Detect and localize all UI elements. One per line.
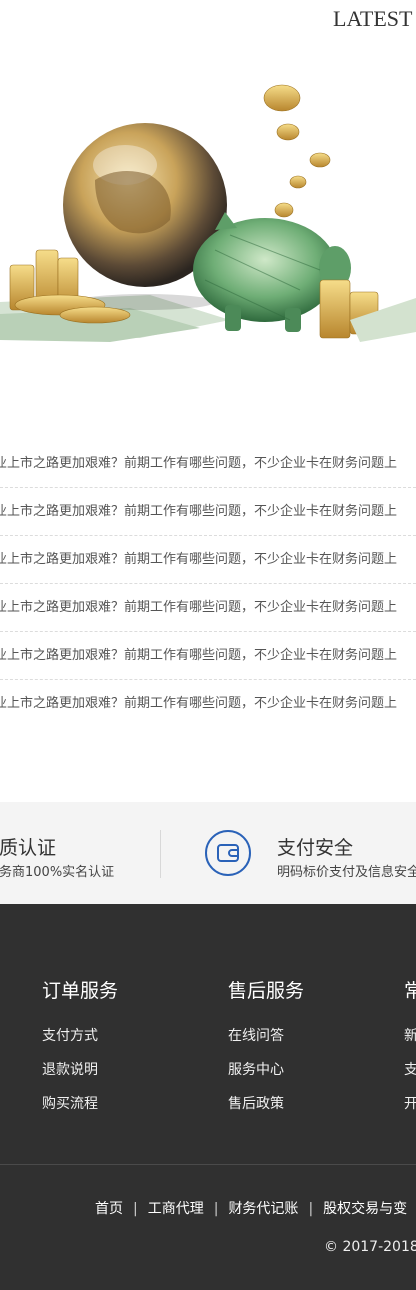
footer-bottom-nav: 首页 | 工商代理 | 财务代记账 | 股权交易与变 bbox=[95, 1198, 407, 1218]
wallet-icon bbox=[205, 830, 251, 876]
feature-strip: 质认证 务商100%实名认证 支付安全 明码标价支付及信息安全 bbox=[0, 802, 416, 904]
news-item-title[interactable]: 业上市之路更加艰难？前期工作有哪些问题，不少企业卡在财务问题上 bbox=[0, 456, 397, 471]
footer-nav-bookkeeping[interactable]: 财务代记账 bbox=[228, 1201, 298, 1217]
nav-separator: | bbox=[308, 1201, 314, 1217]
footer-link[interactable]: 开 bbox=[404, 1093, 416, 1113]
footer-divider bbox=[0, 1164, 416, 1165]
news-item[interactable]: 业上市之路更加艰难？前期工作有哪些问题，不少企业卡在财务问题上 bbox=[0, 488, 416, 536]
feature-divider bbox=[160, 830, 161, 878]
footer-link[interactable]: 服务中心 bbox=[228, 1059, 304, 1079]
footer-column-common: 常 新 支 开 bbox=[404, 976, 416, 1113]
site-footer: 订单服务 支付方式 退款说明 购买流程 售后服务 在线问答 服务中心 售后政策 … bbox=[0, 904, 416, 1290]
news-item-title[interactable]: 业上市之路更加艰难？前期工作有哪些问题，不少企业卡在财务问题上 bbox=[0, 696, 397, 711]
footer-link[interactable]: 支付方式 bbox=[42, 1025, 118, 1045]
footer-column-order-service: 订单服务 支付方式 退款说明 购买流程 bbox=[42, 976, 118, 1113]
news-item[interactable]: 业上市之路更加艰难？前期工作有哪些问题，不少企业卡在财务问题上 bbox=[0, 536, 416, 584]
feature-payment-subtitle: 明码标价支付及信息安全 bbox=[277, 865, 416, 880]
nav-separator: | bbox=[213, 1201, 219, 1217]
news-item[interactable]: 业上市之路更加艰难？前期工作有哪些问题，不少企业卡在财务问题上 bbox=[0, 680, 416, 728]
footer-link[interactable]: 售后政策 bbox=[228, 1093, 304, 1113]
feature-certification-subtitle: 务商100%实名认证 bbox=[0, 865, 115, 880]
news-item-title[interactable]: 业上市之路更加艰难？前期工作有哪些问题，不少企业卡在财务问题上 bbox=[0, 552, 397, 567]
footer-link[interactable]: 退款说明 bbox=[42, 1059, 118, 1079]
footer-link[interactable]: 新 bbox=[404, 1025, 416, 1045]
nav-separator: | bbox=[133, 1201, 138, 1217]
footer-link[interactable]: 支 bbox=[404, 1059, 416, 1079]
footer-column-after-sales: 售后服务 在线问答 服务中心 售后政策 bbox=[228, 976, 304, 1113]
copyright-text: © 2017-2018 bbox=[324, 1239, 416, 1255]
footer-link[interactable]: 在线问答 bbox=[228, 1025, 304, 1045]
footer-link[interactable]: 购买流程 bbox=[42, 1093, 118, 1113]
news-item-title[interactable]: 业上市之路更加艰难？前期工作有哪些问题，不少企业卡在财务问题上 bbox=[0, 504, 397, 519]
feature-certification-title: 质认证 bbox=[0, 837, 57, 859]
news-item-title[interactable]: 业上市之路更加艰难？前期工作有哪些问题，不少企业卡在财务问题上 bbox=[0, 600, 397, 615]
footer-nav-business-agency[interactable]: 工商代理 bbox=[148, 1201, 204, 1217]
hero-illustration bbox=[0, 84, 416, 342]
footer-nav-equity[interactable]: 股权交易与变 bbox=[323, 1201, 407, 1217]
news-item[interactable]: 业上市之路更加艰难？前期工作有哪些问题，不少企业卡在财务问题上 bbox=[0, 440, 416, 488]
footer-column-title: 售后服务 bbox=[228, 980, 305, 1002]
news-list: 业上市之路更加艰难？前期工作有哪些问题，不少企业卡在财务问题上 业上市之路更加艰… bbox=[0, 440, 416, 728]
feature-payment-title: 支付安全 bbox=[277, 837, 354, 859]
footer-column-title: 常 bbox=[404, 980, 416, 1002]
news-item-title[interactable]: 业上市之路更加艰难？前期工作有哪些问题，不少企业卡在财务问题上 bbox=[0, 648, 397, 663]
news-item[interactable]: 业上市之路更加艰难？前期工作有哪些问题，不少企业卡在财务问题上 bbox=[0, 584, 416, 632]
news-item[interactable]: 业上市之路更加艰难？前期工作有哪些问题，不少企业卡在财务问题上 bbox=[0, 632, 416, 680]
footer-nav-home[interactable]: 首页 bbox=[95, 1201, 123, 1217]
latest-heading: LATEST bbox=[333, 6, 413, 31]
footer-column-title: 订单服务 bbox=[42, 980, 119, 1002]
